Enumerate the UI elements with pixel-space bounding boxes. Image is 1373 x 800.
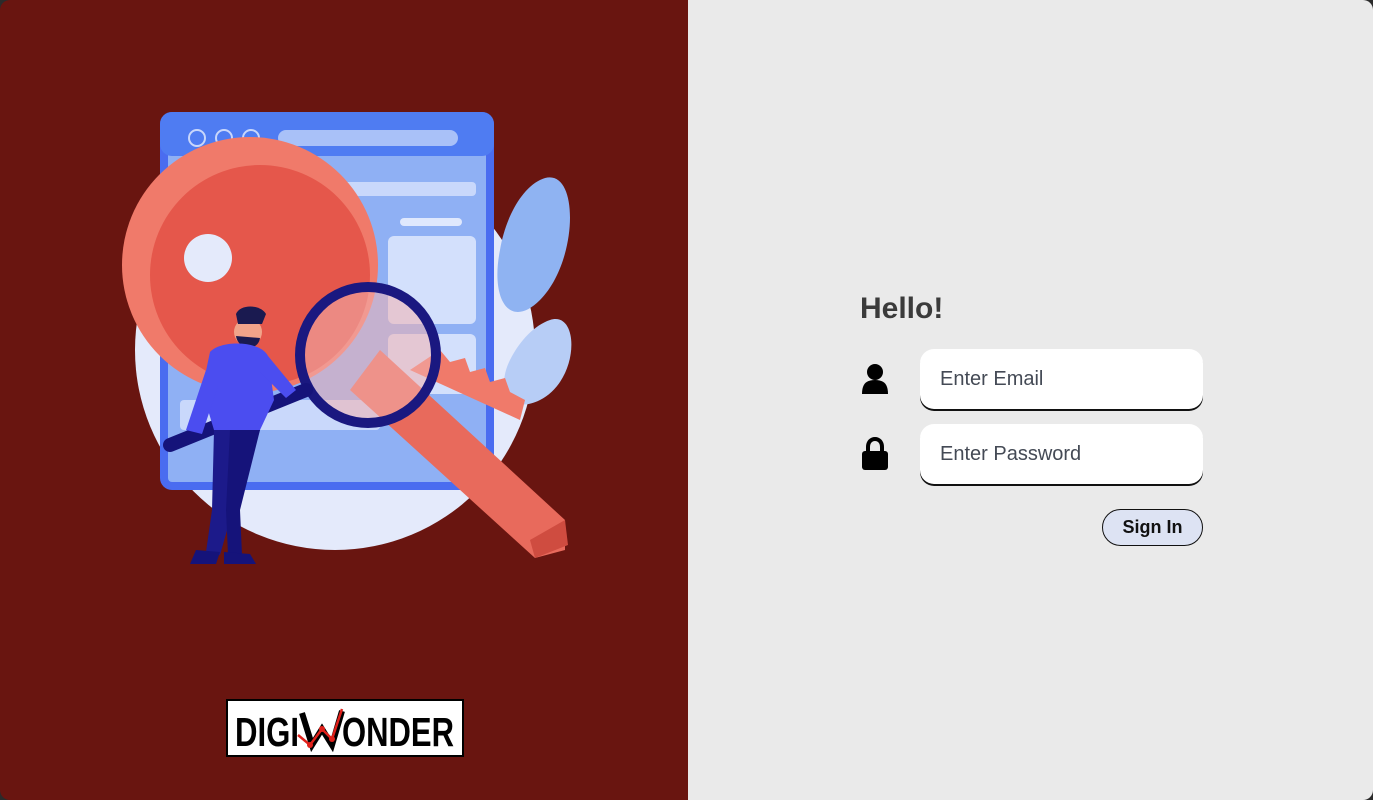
lock-icon [860,437,890,471]
app-window: DIGI ONDER Hello! Enter Email Sign In [0,0,1373,800]
form-actions: Sign In [860,509,1203,546]
email-row [860,348,1203,410]
logo-text-left: DIGI [235,709,299,755]
logo-text-right: ONDER [342,709,454,755]
password-input[interactable] [920,424,1203,484]
digiwonder-logo: DIGI ONDER [226,699,464,757]
user-icon [860,362,890,396]
login-panel: Hello! Enter Email Sign In [688,0,1373,800]
key-search-illustration [122,112,572,564]
sign-in-button[interactable]: Sign In [1102,509,1203,546]
login-form: Hello! Enter Email Sign In [860,290,1203,546]
hero-panel: DIGI ONDER [0,0,688,800]
greeting-heading: Hello! [860,292,944,325]
password-row [860,423,1203,485]
email-input[interactable] [920,349,1203,409]
